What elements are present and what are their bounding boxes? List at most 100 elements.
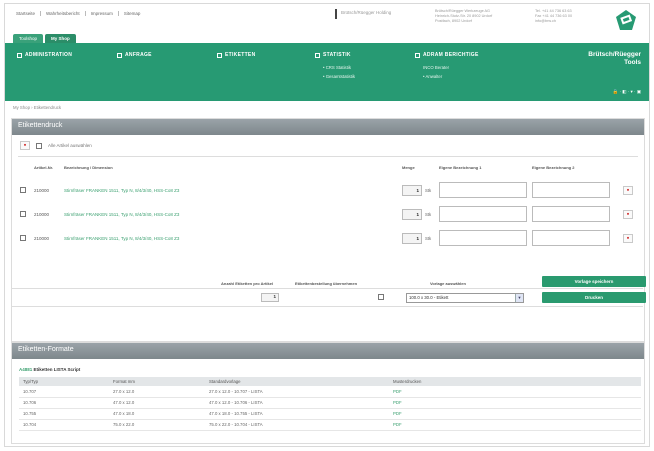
- remove-row-button[interactable]: ▪: [623, 210, 633, 219]
- format-type: 10.706: [19, 397, 109, 409]
- table-row: 210000 Stirnfräser FRANKEN 1511, Typ N, …: [20, 181, 638, 203]
- layout-select[interactable]: 100.0 x 30.0 - Etikett ▼: [406, 293, 524, 303]
- divider: [18, 156, 638, 157]
- nav-label: ANFRAGE: [125, 52, 152, 58]
- minus-icon: ▪: [626, 235, 630, 242]
- table-row: 10.707 27.0 x 12.0 27.0 x 12.0 - 10.707 …: [19, 386, 641, 398]
- top-link-imprint[interactable]: Impressum: [86, 11, 119, 16]
- brand-line: Tools: [624, 59, 641, 66]
- nav-inquiry[interactable]: ANFRAGE: [117, 52, 152, 58]
- table-header-row: Typ/Typ Format mm Standardvorlage Muster…: [19, 377, 641, 386]
- print-button[interactable]: Drucken: [542, 292, 646, 303]
- address-line: Postfach, 8902 Urdorf: [435, 19, 472, 23]
- menu-icon: [415, 52, 420, 58]
- unit-label: Stk: [425, 212, 432, 217]
- own-label-1-input[interactable]: [439, 182, 527, 198]
- nav-sub-inco[interactable]: INCO Berater: [423, 65, 449, 70]
- save-template-button[interactable]: Vorlage speichern: [542, 276, 646, 287]
- select-all-label: Alle Artikel auswählen: [48, 143, 92, 148]
- row-checkbox[interactable]: [20, 187, 26, 193]
- contact-email[interactable]: info@brw.ch: [535, 19, 605, 24]
- top-link-home[interactable]: Startseite: [11, 11, 42, 16]
- layout-select-value: 100.0 x 30.0 - Etikett: [409, 295, 449, 300]
- col-article: Artikel-Nr.: [34, 165, 54, 170]
- nav-label: ADRAM BERICHTIGE: [423, 52, 479, 58]
- minus-icon: ▪: [626, 187, 630, 194]
- divider: [11, 306, 643, 307]
- brand-logo-icon[interactable]: [615, 9, 637, 31]
- nav-sub-total-statistics[interactable]: • Gesamtstatistik: [323, 74, 355, 79]
- own-label-2-input[interactable]: [532, 230, 610, 246]
- own-label-2-input[interactable]: [532, 182, 610, 198]
- col-description: Bezeichnung / Dimension: [64, 165, 113, 170]
- article-description[interactable]: Stirnfräser FRANKEN 1511, Typ N, 8/4/3/4…: [64, 236, 179, 241]
- article-number: 210000: [34, 236, 50, 241]
- sample-pdf-link[interactable]: PDF: [389, 397, 641, 409]
- formats-code[interactable]: A4881: [19, 367, 32, 372]
- unit-label: Stk: [425, 188, 432, 193]
- layout-label: Vorlage auswählen: [430, 281, 466, 286]
- select-all-checkbox[interactable]: [36, 142, 42, 149]
- own-label-1-input[interactable]: [439, 230, 527, 246]
- copies-input[interactable]: 1: [261, 293, 279, 302]
- top-link-report[interactable]: Wahrheitsbericht: [41, 11, 86, 16]
- table-row: 10.704 75.0 x 22.0 75.0 x 22.0 - 10.704 …: [19, 419, 641, 431]
- nav-sub-anwalter[interactable]: • Anwalter: [423, 74, 442, 79]
- col-own-label-2: Eigene Bezeichnung 2: [532, 165, 575, 170]
- menu-icon: [117, 52, 122, 58]
- labels-section: Etikettendruck ▪ Alle Artikel auswählen …: [11, 118, 645, 342]
- nav-statistics[interactable]: STATISTIK: [315, 52, 351, 58]
- breadcrumb[interactable]: My Shop › Etikettendruck: [13, 105, 61, 110]
- tab-my-shop[interactable]: My Shop: [45, 34, 76, 43]
- company-address: Brütsch/Rüegger Werkzeuge AG Heinrich-St…: [435, 9, 525, 24]
- nav-labels[interactable]: ETIKETTEN: [217, 52, 255, 58]
- minus-icon: ▪: [626, 211, 630, 218]
- row-checkbox[interactable]: [20, 235, 26, 241]
- sample-pdf-link[interactable]: PDF: [389, 419, 641, 431]
- article-description[interactable]: Stirnfräser FRANKEN 1511, Typ N, 8/4/3/4…: [64, 212, 179, 217]
- own-label-1-input[interactable]: [439, 206, 527, 222]
- tab-toolshop[interactable]: Toolshop: [13, 34, 44, 43]
- company-name: Brütsch/Rüegger Holding: [341, 10, 392, 15]
- chevron-down-icon: ▼: [515, 294, 523, 302]
- shop-tabs: Toolshop My Shop: [13, 34, 76, 43]
- sample-pdf-link[interactable]: PDF: [389, 386, 641, 398]
- nav-label: ETIKETTEN: [225, 52, 256, 58]
- col-quantity: Menge: [402, 165, 415, 170]
- remove-row-button[interactable]: ▪: [623, 234, 633, 243]
- nav-tools[interactable]: 🔒 · ◧ · ▾ · ▣: [613, 89, 641, 95]
- quantity-input[interactable]: 1: [402, 209, 422, 220]
- top-bar: Startseite Wahrheitsbericht Impressum Si…: [5, 4, 649, 32]
- col-sample: Musterdrucken: [389, 377, 641, 386]
- nav-administration[interactable]: ADMINISTRATION: [17, 52, 72, 58]
- article-number: 210000: [34, 212, 50, 217]
- menu-icon: [217, 52, 222, 58]
- remove-row-button[interactable]: ▪: [623, 186, 633, 195]
- format-size: 27.0 x 12.0: [109, 386, 205, 398]
- nav-adram[interactable]: ADRAM BERICHTIGE: [415, 52, 479, 58]
- main-nav: ADMINISTRATION ANFRAGE ETIKETTEN STATIST…: [5, 43, 649, 101]
- nav-sub-crs-statistics[interactable]: • CRS Statistik: [323, 65, 351, 70]
- divider: [335, 9, 337, 19]
- format-size: 75.0 x 22.0: [109, 419, 205, 431]
- table-row: 210000 Stirnfräser FRANKEN 1511, Typ N, …: [20, 229, 638, 251]
- row-checkbox[interactable]: [20, 211, 26, 217]
- sample-pdf-link[interactable]: PDF: [389, 408, 641, 420]
- table-row: 210000 Stirnfräser FRANKEN 1511, Typ N, …: [20, 205, 638, 227]
- copies-label: Anzahl Etiketten pro Artikel: [221, 281, 274, 286]
- article-description[interactable]: Stirnfräser FRANKEN 1511, Typ N, 8/4/3/4…: [64, 188, 179, 193]
- quantity-input[interactable]: 1: [402, 185, 422, 196]
- format-size: 47.0 x 12.0: [109, 397, 205, 409]
- print-option-checkbox[interactable]: [378, 294, 384, 300]
- col-template: Standardvorlage: [205, 377, 389, 386]
- format-template: 47.0 x 12.0 - 10.706 - LISTA: [205, 397, 389, 409]
- menu-icon: [315, 52, 320, 58]
- quantity-input[interactable]: 1: [402, 233, 422, 244]
- top-link-sitemap[interactable]: Sitemap: [119, 11, 146, 16]
- own-label-2-input[interactable]: [532, 206, 610, 222]
- remove-selected-button[interactable]: ▪: [20, 141, 30, 150]
- brand-name: Brütsch/Rüegger Tools: [588, 51, 641, 67]
- formats-subtitle: A4881 Etiketten LISTA Script: [19, 367, 80, 372]
- formats-name: Etiketten LISTA Script: [33, 367, 81, 372]
- format-type: 10.704: [19, 419, 109, 431]
